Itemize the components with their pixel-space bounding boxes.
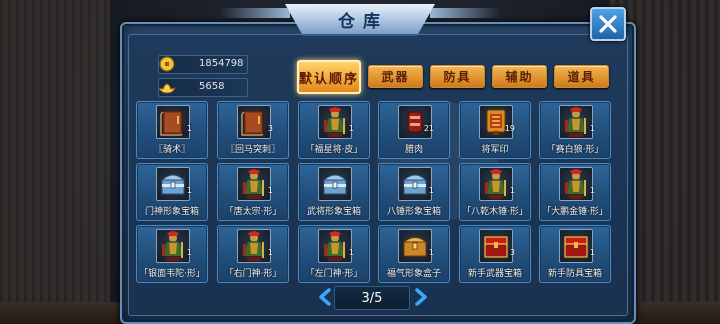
item-quantity: 1: [267, 248, 273, 257]
item-name: 武将形象宝箱: [306, 207, 361, 217]
item-quantity: 1: [589, 248, 595, 257]
close-button[interactable]: [590, 7, 626, 41]
page-title: 仓库: [338, 11, 388, 32]
background-left-decor: [0, 0, 110, 324]
gold-coin-icon: [159, 56, 175, 72]
title-wing-right: [430, 8, 500, 18]
item-quantity: 1: [589, 124, 595, 133]
item-quantity: 1: [348, 248, 354, 257]
red-chest-icon: [479, 229, 513, 263]
item-name: 将军印: [481, 145, 509, 155]
inventory-slot[interactable]: 1 「八乾木锤·形」: [459, 163, 531, 221]
tab-weapons[interactable]: 武器: [368, 65, 423, 88]
general-figure-icon: [318, 105, 352, 139]
item-quantity: 1: [589, 186, 595, 195]
item-quantity: 1: [348, 124, 354, 133]
inventory-slot[interactable]: 1 「唐太宗·形」: [217, 163, 289, 221]
item-name: 腊肉: [404, 145, 423, 155]
general-seal-icon: [479, 105, 513, 139]
general-figure-icon: [559, 105, 593, 139]
item-name: 〖骑术〗: [153, 145, 190, 155]
item-quantity: 19: [504, 124, 515, 133]
inventory-slot[interactable]: 3 新手武器宝箱: [459, 225, 531, 283]
inventory-slot[interactable]: 武将形象宝箱: [298, 163, 370, 221]
item-name: 「银面韦陀·形」: [139, 269, 205, 279]
inventory-slot[interactable]: 3 〖回马突刺〗: [217, 101, 289, 159]
item-quantity: 1: [186, 124, 192, 133]
item-name: 福气形象盒子: [386, 269, 441, 279]
item-name: 「唐太宗·形」: [224, 207, 282, 217]
general-figure-icon: [479, 167, 513, 201]
item-quantity: 1: [509, 186, 515, 195]
item-name: 「八乾木锤·形」: [462, 207, 528, 217]
book-icon: [156, 105, 190, 139]
item-name: 「福星将·皮」: [305, 145, 363, 155]
tab-default-order[interactable]: 默认顺序: [297, 60, 361, 94]
inventory-slot[interactable]: 1 福气形象盒子: [378, 225, 450, 283]
inventory-slot[interactable]: 21 腊肉: [378, 101, 450, 159]
gold-ingot-icon: [158, 83, 176, 94]
inventory-slot[interactable]: 1 「银面韦陀·形」: [136, 225, 208, 283]
item-name: 八锤形象宝箱: [386, 207, 441, 217]
gold-currency: 1854798: [158, 55, 248, 74]
silver-chest-icon: [318, 167, 352, 201]
general-figure-icon: [156, 229, 190, 263]
next-page-arrow-icon[interactable]: [414, 288, 428, 306]
cured-meat-icon: [398, 105, 432, 139]
item-quantity: 1: [428, 186, 434, 195]
inventory-slot[interactable]: 1 〖骑术〗: [136, 101, 208, 159]
book-icon: [237, 105, 271, 139]
item-quantity: 3: [509, 248, 515, 257]
general-figure-icon: [559, 167, 593, 201]
item-quantity: 1: [428, 248, 434, 257]
title-wing-left: [220, 8, 290, 18]
item-name: 门神形象宝箱: [144, 207, 199, 217]
close-icon: [599, 15, 617, 33]
silver-chest-icon: [398, 167, 432, 201]
tab-items[interactable]: 道具: [554, 65, 609, 88]
inventory-slot[interactable]: 1 新手防具宝箱: [539, 225, 611, 283]
item-name: 新手防具宝箱: [547, 269, 602, 279]
item-quantity: 1: [186, 248, 192, 257]
title-banner: 仓库: [285, 4, 435, 36]
item-name: 「左门神·形」: [305, 269, 363, 279]
general-figure-icon: [318, 229, 352, 263]
item-name: 新手武器宝箱: [467, 269, 522, 279]
red-chest-icon: [559, 229, 593, 263]
item-name: 「大鹏金锤·形」: [542, 207, 608, 217]
inventory-slot[interactable]: 1 「赛白狼·形」: [539, 101, 611, 159]
inventory-slot[interactable]: 1 「福星将·皮」: [298, 101, 370, 159]
tab-armor[interactable]: 防具: [430, 65, 485, 88]
item-name: 「赛白狼·形」: [546, 145, 604, 155]
inventory-slot[interactable]: 1 门神形象宝箱: [136, 163, 208, 221]
ingot-currency: 5658: [158, 78, 248, 97]
item-quantity: 1: [186, 186, 192, 195]
inventory-slot[interactable]: 19 将军印: [459, 101, 531, 159]
silver-chest-icon: [156, 167, 190, 201]
page-indicator: 3/5: [334, 286, 410, 310]
gold-chest-icon: [398, 229, 432, 263]
tab-auxiliary[interactable]: 辅助: [492, 65, 547, 88]
inventory-slot[interactable]: 1 「大鹏金锤·形」: [539, 163, 611, 221]
item-quantity: 21: [423, 124, 434, 133]
item-quantity: 1: [267, 186, 273, 195]
item-quantity: 3: [267, 124, 273, 133]
item-name: 〖回马突刺〗: [225, 145, 280, 155]
general-figure-icon: [237, 229, 271, 263]
item-name: 「右门神·形」: [224, 269, 282, 279]
inventory-slot[interactable]: 1 八锤形象宝箱: [378, 163, 450, 221]
inventory-slot[interactable]: 1 「左门神·形」: [298, 225, 370, 283]
gold-amount: 1854798: [199, 58, 244, 69]
general-figure-icon: [237, 167, 271, 201]
prev-page-arrow-icon[interactable]: [318, 288, 332, 306]
inventory-slot[interactable]: 1 「右门神·形」: [217, 225, 289, 283]
ingot-amount: 5658: [199, 81, 225, 92]
